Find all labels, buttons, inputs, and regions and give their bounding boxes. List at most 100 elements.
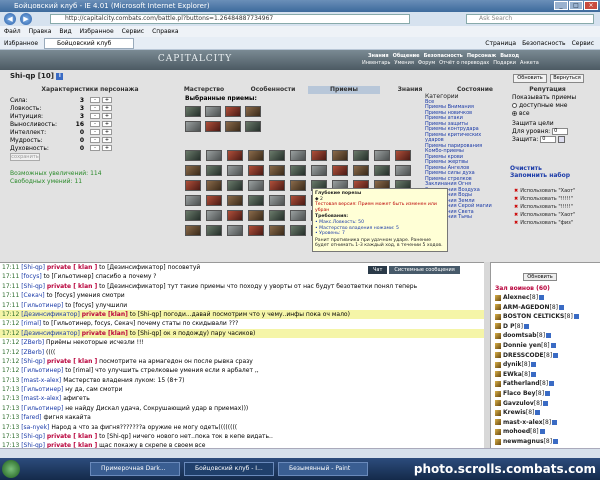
top-link[interactable]: Подарки <box>493 60 516 66</box>
top-link[interactable]: Безопасность <box>424 53 463 59</box>
user-name[interactable]: Fatherland <box>503 380 540 387</box>
back-button[interactable]: Вернуться <box>550 74 584 83</box>
top-link[interactable]: Отчёт о переводах <box>439 60 489 66</box>
technique-icon[interactable] <box>290 210 306 221</box>
technique-icon[interactable] <box>290 165 306 176</box>
back-nav-icon[interactable]: ◀ <box>4 13 16 25</box>
technique-icon[interactable] <box>290 225 306 236</box>
technique-icon[interactable] <box>185 150 201 161</box>
info-icon[interactable] <box>545 391 551 396</box>
minimize-button[interactable]: _ <box>554 1 568 10</box>
chat-nick[interactable]: [mast-x-alex] <box>21 395 61 402</box>
technique-icon[interactable] <box>206 180 222 191</box>
technique-icon[interactable] <box>290 150 306 161</box>
tab-system-messages[interactable]: Системные сообщения <box>389 266 460 274</box>
online-user[interactable]: Alexnec[8] <box>495 294 545 302</box>
defense-input[interactable]: 0 <box>540 136 557 143</box>
chat-nick[interactable]: [Гильотинер] <box>21 302 63 309</box>
technique-icon[interactable] <box>269 225 285 236</box>
chat-nick[interactable]: [Shi-qp] <box>21 358 45 365</box>
technique-icon[interactable] <box>248 150 264 161</box>
chat-nick[interactable]: [Shi-qp] <box>21 264 45 271</box>
chat-nick[interactable]: [Дезинсификатор] <box>21 330 80 337</box>
chat-nick[interactable]: [Секач] <box>21 292 44 299</box>
technique-icon[interactable] <box>353 165 369 176</box>
user-name[interactable]: ARM-AGEDON <box>503 304 550 311</box>
technique-icon[interactable] <box>269 210 285 221</box>
top-link[interactable]: Знания <box>368 53 389 59</box>
user-name[interactable]: mohoed <box>503 428 530 435</box>
save-set-link[interactable]: Запомнить набор <box>510 172 570 179</box>
info-icon[interactable]: i <box>56 72 64 80</box>
technique-icon[interactable] <box>227 195 243 206</box>
chat-nick[interactable]: [ZBerb] <box>21 349 44 356</box>
chat-private-tag[interactable]: private [klan] <box>82 311 128 318</box>
top-link[interactable]: Общение <box>393 53 420 59</box>
selected-technique-slot[interactable] <box>245 121 261 132</box>
menu-edit[interactable]: Правка <box>29 26 52 37</box>
chat-private-tag[interactable]: private [ klan ] <box>47 358 97 365</box>
chat-nick[interactable]: [rimal] <box>21 320 41 327</box>
online-user[interactable]: Krewis[8] <box>495 409 541 417</box>
menu-help[interactable]: Справка <box>152 26 178 37</box>
increase-button[interactable]: + <box>102 129 112 135</box>
online-user[interactable]: Fatherland[8] <box>495 380 555 388</box>
info-icon[interactable] <box>553 352 559 358</box>
increase-button[interactable]: + <box>102 145 112 151</box>
info-icon[interactable] <box>552 419 558 425</box>
user-name[interactable]: Gavzulov <box>503 400 534 407</box>
tab-reputation[interactable]: Репутация <box>510 86 585 94</box>
maximize-button[interactable]: □ <box>569 1 583 10</box>
technique-icon[interactable] <box>269 180 285 191</box>
menu-file[interactable]: Файл <box>4 26 21 37</box>
saved-set-label[interactable]: Использовать "Хаот" <box>520 188 575 194</box>
info-icon[interactable] <box>535 410 541 416</box>
selected-technique-slot[interactable] <box>205 121 221 132</box>
technique-icon[interactable] <box>227 225 243 236</box>
decrease-button[interactable]: - <box>90 113 100 119</box>
saved-set-label[interactable]: Использовать "физ" <box>520 220 573 226</box>
increase-button[interactable]: + <box>102 137 112 143</box>
technique-icon[interactable] <box>248 210 264 221</box>
url-input[interactable]: http://capitalcity.combats.com/battle.pl… <box>50 14 410 24</box>
technique-icon[interactable] <box>311 150 327 161</box>
online-user[interactable]: doomtsab[8] <box>495 332 552 340</box>
technique-icon[interactable] <box>227 180 243 191</box>
user-name[interactable]: dynik <box>503 361 522 368</box>
technique-icon[interactable] <box>185 195 201 206</box>
info-icon[interactable] <box>523 323 529 329</box>
tab-stats[interactable]: Характеристики персонажа <box>10 86 170 94</box>
online-user[interactable]: dynik[8] <box>495 361 537 369</box>
chat-nick[interactable]: [focys] <box>21 273 41 280</box>
delete-icon[interactable]: ✖ <box>514 204 518 210</box>
chat-private-tag[interactable]: private [ klan ] <box>47 283 97 290</box>
saved-set-label[interactable]: Использовать "!!!!!" <box>520 204 573 210</box>
selected-technique-slot[interactable] <box>205 106 221 117</box>
top-link[interactable]: Анкета <box>520 60 539 66</box>
delete-icon[interactable]: ✖ <box>514 188 518 194</box>
delete-icon[interactable]: ✖ <box>514 220 518 226</box>
page-menu[interactable]: Страница <box>485 37 516 50</box>
user-name[interactable]: Flaco Bey <box>503 390 536 397</box>
top-link[interactable]: Инвентарь <box>362 60 390 66</box>
technique-icon[interactable] <box>290 195 306 206</box>
increase-button[interactable]: + <box>102 121 112 127</box>
task-button[interactable]: Безымянный - Paint <box>278 462 368 476</box>
tab-chat[interactable]: Чат <box>368 266 388 274</box>
level-input[interactable]: 0 <box>552 128 569 135</box>
technique-icon[interactable] <box>374 150 390 161</box>
show-available-option[interactable]: доступные мне <box>512 102 592 110</box>
tools-menu[interactable]: Сервис <box>572 37 594 50</box>
technique-icon[interactable] <box>185 165 201 176</box>
tab-mastery[interactable]: Мастерство <box>170 86 238 94</box>
clear-link[interactable]: Очистить <box>510 165 570 172</box>
delete-icon[interactable]: ✖ <box>514 212 518 218</box>
show-all-option[interactable]: все <box>512 110 592 118</box>
technique-icon[interactable] <box>227 165 243 176</box>
selected-technique-slot[interactable] <box>245 106 261 117</box>
online-user[interactable]: DRESSCODE[8] <box>495 352 559 360</box>
top-link[interactable]: Умения <box>394 60 413 66</box>
increase-button[interactable]: + <box>102 113 112 119</box>
online-refresh-button[interactable]: Обновить <box>523 273 557 281</box>
user-name[interactable]: Alexnec <box>503 294 530 301</box>
